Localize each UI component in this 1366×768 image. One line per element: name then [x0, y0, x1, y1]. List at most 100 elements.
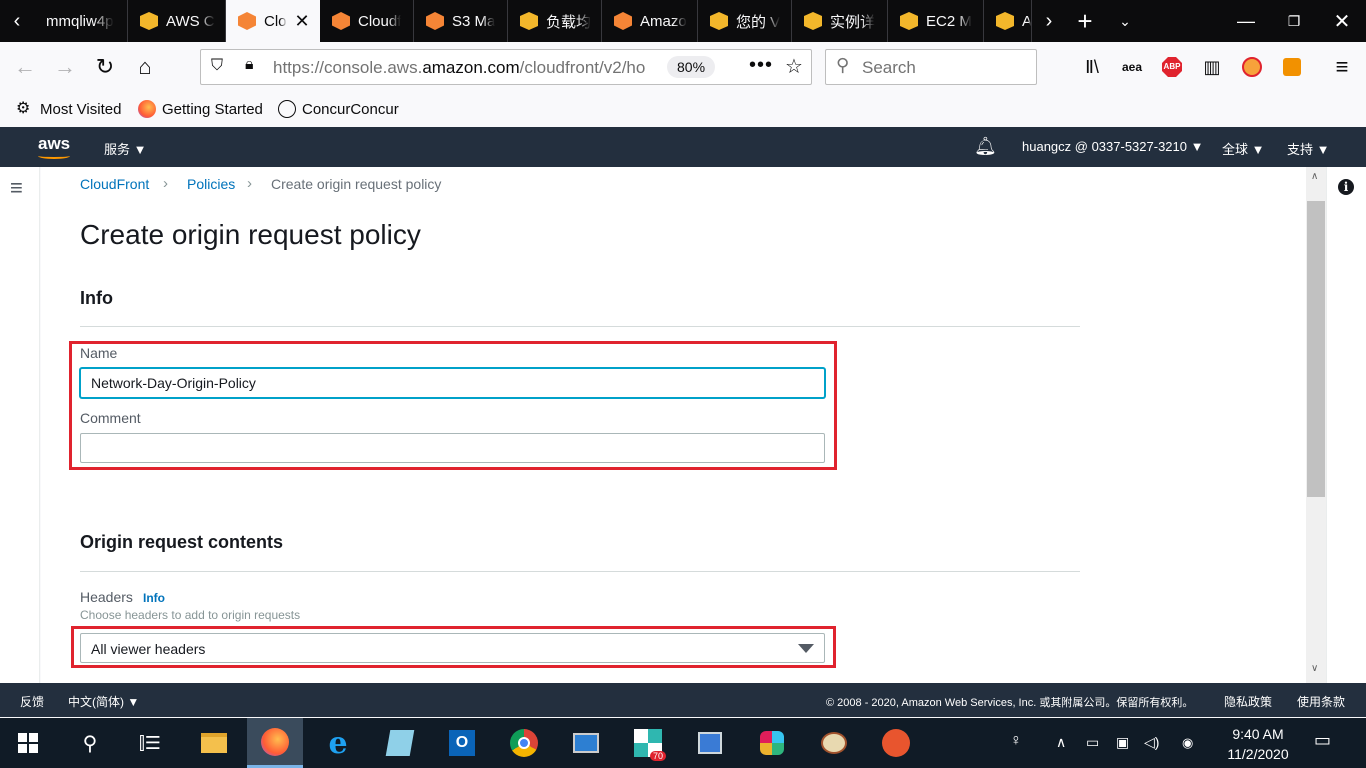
browser-tab[interactable]: S3 Ma [414, 0, 508, 42]
divider [80, 326, 1080, 327]
aws-smile-icon [38, 153, 70, 159]
browser-tab[interactable]: mmqliw4p [34, 0, 128, 42]
internet-explorer-icon[interactable]: e [310, 718, 366, 768]
search-icon[interactable]: ⚲ [62, 718, 118, 768]
region-menu[interactable]: 全球 ▼ [1222, 139, 1265, 158]
cloudfront-icon [614, 12, 632, 30]
outlook-icon[interactable]: O [434, 718, 490, 768]
list-all-tabs-icon[interactable]: ⌄ [1108, 0, 1142, 42]
support-menu[interactable]: 支持 ▼ [1287, 139, 1330, 158]
forward-button[interactable]: → [48, 50, 82, 84]
new-tab-button[interactable]: + [1068, 0, 1102, 42]
input-method-icon[interactable]: ◉ [1182, 735, 1193, 751]
services-menu[interactable]: 服务 ▼ [104, 139, 147, 158]
network-icon[interactable]: ▣ [1116, 734, 1129, 751]
url-text[interactable]: https://console.aws.amazon.com/cloudfron… [273, 58, 663, 78]
origin-request-contents-heading: Origin request contents [80, 532, 284, 552]
account-menu[interactable]: huangcz @ 0337-5327-3210 ▼ [1022, 139, 1204, 154]
slack-like-app-icon[interactable]: 70 [620, 718, 676, 768]
chrome-icon[interactable] [496, 718, 552, 768]
reader-icon[interactable]: ▥ [1195, 50, 1229, 84]
browser-tab[interactable]: A [984, 0, 1032, 42]
browser-tab[interactable]: 负载均 [508, 0, 602, 42]
language-selector[interactable]: 中文(简体) ▼ [68, 693, 139, 710]
tabs-scroll-right-icon[interactable]: › [1032, 0, 1066, 42]
close-tab-icon[interactable]: ✕ [295, 11, 310, 32]
browser-tab[interactable]: Cloudf [320, 0, 414, 42]
headers-info-link[interactable]: Info [143, 591, 165, 605]
caret-down-icon: ▼ [133, 142, 147, 157]
bookmark-most-visited[interactable]: ⚙ Most Visited [16, 100, 121, 118]
url-bar[interactable]: ⛉ 🔒︎ https://console.aws.amazon.com/clou… [200, 49, 812, 85]
scroll-up-icon[interactable]: ∧ [1311, 171, 1318, 182]
scroll-down-icon[interactable]: ∨ [1311, 663, 1318, 674]
notification-bell-icon[interactable]: 🔔︎ [974, 136, 997, 157]
system-clock[interactable]: 9:40 AM 11/2/2020 [1218, 724, 1298, 764]
app-orange-icon[interactable] [868, 718, 924, 768]
reload-button[interactable]: ↻ [88, 50, 122, 84]
battery-icon[interactable]: ▭ [1086, 734, 1099, 751]
breadcrumb-cloudfront[interactable]: CloudFront [80, 176, 149, 192]
slack-icon[interactable] [744, 718, 800, 768]
scrollbar-thumb[interactable] [1307, 201, 1325, 497]
back-button[interactable]: ← [8, 50, 42, 84]
minimize-button[interactable]: — [1222, 0, 1270, 42]
browser-tab[interactable]: Clo ✕ [226, 0, 320, 42]
feedback-link[interactable]: 反馈 [20, 693, 44, 710]
bookmark-getting-started[interactable]: Getting Started [138, 100, 263, 118]
caret-down-icon: ▼ [1190, 139, 1204, 154]
windows-taskbar: ⚲ ⫿☰ e O 70 ♀ ∧ ▭ ▣ ◁) ◉ 9:40 AM 11/2/20… [0, 718, 1366, 768]
home-button[interactable]: ⌂ [128, 50, 162, 84]
file-explorer-icon[interactable] [186, 718, 242, 768]
task-view-icon[interactable]: ⫿☰ [122, 718, 178, 768]
terms-link[interactable]: 使用条款 [1297, 693, 1345, 710]
network-app-icon[interactable] [682, 718, 738, 768]
privacy-link[interactable]: 隐私政策 [1224, 693, 1272, 710]
browser-tab[interactable]: 实例详 [792, 0, 888, 42]
zoom-level-button[interactable]: 80% [667, 56, 716, 78]
abp-icon[interactable]: ABP [1155, 50, 1189, 84]
aws-box-icon [996, 12, 1014, 30]
library-icon[interactable]: Ⅱ\ [1075, 50, 1109, 84]
remote-desktop-icon[interactable] [558, 718, 614, 768]
tracking-shield-icon[interactable]: ⛉ [211, 57, 223, 75]
menu-icon[interactable]: ≡ [1325, 50, 1359, 84]
page-actions-icon[interactable]: ••• [749, 54, 773, 77]
info-section-heading: Info [80, 288, 113, 308]
breadcrumb-chevron-icon: › [163, 175, 168, 192]
action-center-icon[interactable]: ▭ [1314, 730, 1331, 751]
hamburger-menu-icon[interactable]: ≡ [10, 175, 23, 201]
browser-tab[interactable]: 您的 V [698, 0, 792, 42]
extension-icon[interactable] [1275, 50, 1309, 84]
caret-down-icon: ▼ [1316, 142, 1330, 157]
page-title: Create origin request policy [80, 219, 421, 250]
firefox-taskbar-icon[interactable] [247, 718, 303, 768]
tab-title: 您的 V [736, 13, 781, 31]
notes-app-icon[interactable] [372, 718, 428, 768]
browser-tab[interactable]: Amazo [602, 0, 698, 42]
lock-icon[interactable]: 🔒︎ [245, 56, 254, 74]
people-icon[interactable]: ♀ [1010, 732, 1022, 750]
search-bar[interactable]: ⚲ [825, 49, 1037, 85]
search-input[interactable] [862, 58, 1022, 78]
browser-tab[interactable]: AWS C [128, 0, 226, 42]
tabs-scroll-left-icon[interactable]: ‹ [0, 0, 34, 42]
bookmark-concur[interactable]: ConcurConcur [278, 100, 399, 118]
browser-tab[interactable]: EC2 M [888, 0, 984, 42]
breadcrumb-policies[interactable]: Policies [187, 176, 235, 192]
aws-logo[interactable]: aws [38, 134, 70, 154]
info-icon[interactable]: i [1338, 179, 1354, 195]
restore-button[interactable]: ❐ [1270, 0, 1318, 42]
paint-icon[interactable] [806, 718, 862, 768]
highlight-box-name-comment [69, 341, 837, 470]
tray-expand-icon[interactable]: ∧ [1056, 734, 1066, 751]
close-window-button[interactable]: ✕ [1318, 0, 1366, 42]
tab-title: S3 Ma [452, 12, 496, 30]
aws-console-header: aws 服务 ▼ 🔔︎ huangcz @ 0337-5327-3210 ▼ 全… [0, 127, 1366, 167]
blocked-icon[interactable] [1235, 50, 1269, 84]
volume-icon[interactable]: ◁) [1144, 734, 1159, 751]
aea-icon[interactable]: aea [1115, 50, 1149, 84]
windows-start-icon[interactable] [0, 718, 56, 768]
bookmark-star-icon[interactable]: ☆ [785, 54, 803, 79]
page-scrollbar[interactable]: ∧ ∨ [1306, 167, 1326, 683]
